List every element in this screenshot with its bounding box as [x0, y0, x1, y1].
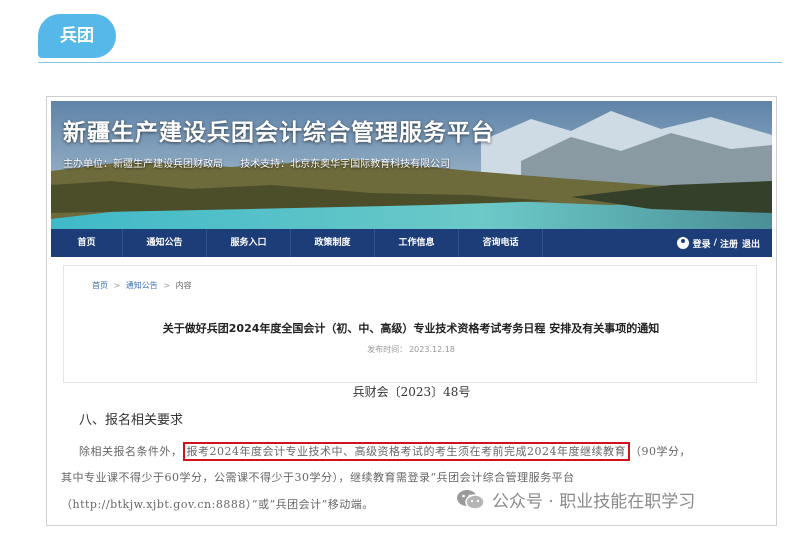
register-link[interactable]: 注册	[720, 237, 738, 250]
body-line-3: （http://btkjw.xjbt.gov.cn:8888）”或“兵团会计”移…	[61, 498, 374, 511]
nav-item-policy[interactable]: 政策制度	[291, 229, 375, 257]
watermark: 公众号 · 职业技能在职学习	[456, 487, 695, 512]
publish-date-value: 2023.12.18	[409, 345, 455, 354]
nav-item-service[interactable]: 服务入口	[207, 229, 291, 257]
breadcrumb-arrow: >	[163, 281, 171, 290]
login-separator: /	[713, 238, 717, 248]
nav-item-hotline[interactable]: 咨询电话	[459, 229, 543, 257]
user-icon	[676, 237, 689, 249]
site-subtitle: 主办单位：新疆生产建设兵团财政局 技术支持：北京东奥华宇国际教育科技有限公司	[63, 155, 450, 170]
site-banner: 新疆生产建设兵团会计综合管理服务平台 主办单位：新疆生产建设兵团财政局 技术支持…	[51, 101, 772, 229]
highlighted-requirement: 报考2024年度会计专业技术中、高级资格考试的考生须在考前完成2024年度继续教…	[182, 442, 630, 461]
section-divider	[38, 62, 782, 63]
nav-item-home[interactable]: 首页	[51, 229, 123, 257]
article-title: 关于做好兵团2024年度全国会计（初、中、高级）专业技术资格考试考务日程 安排及…	[162, 322, 660, 335]
body-line-1-pre: 除相关报名条件外，	[79, 445, 183, 458]
section-heading: 八、报名相关要求	[79, 413, 184, 428]
document-number: 兵财会〔2023〕48号	[352, 385, 471, 399]
support-text: 技术支持：北京东奥华宇国际教育科技有限公司	[240, 159, 451, 170]
breadcrumb-current: 内容	[175, 281, 192, 290]
organizer-text: 主办单位：新疆生产建设兵团财政局	[63, 159, 223, 170]
login-link[interactable]: 登录	[693, 237, 711, 250]
account-links: 登录 / 注册 退出	[676, 229, 760, 257]
wechat-icon	[457, 489, 485, 510]
body-line-1: 除相关报名条件外， 报考2024年度会计专业技术中、高级资格考试的考生须在考前完成…	[79, 442, 691, 461]
breadcrumb-home[interactable]: 首页	[92, 281, 108, 290]
site-title: 新疆生产建设兵团会计综合管理服务平台	[63, 120, 495, 146]
logout-link[interactable]: 退出	[742, 237, 760, 250]
article-header-card: 首页 > 通知公告 > 内容 关于做好兵团2024年度全国会计（初、中、高级）专…	[63, 265, 757, 383]
nav-item-notices[interactable]: 通知公告	[123, 229, 207, 257]
main-nav: 首页 通知公告 服务入口 政策制度 工作信息 咨询电话 登录 / 注册 退出	[51, 229, 772, 257]
screenshot-frame: 新疆生产建设兵团会计综合管理服务平台 主办单位：新疆生产建设兵团财政局 技术支持…	[46, 96, 777, 526]
body-line-2: 其中专业课不得少于60学分，公需课不得少于30学分），继续教育需登录“兵团会计综…	[61, 471, 575, 484]
breadcrumb-arrow: >	[113, 281, 121, 290]
watermark-text: 公众号 · 职业技能在职学习	[492, 492, 696, 512]
body-line-1-post: （90学分，	[630, 445, 691, 458]
nav-item-work-info[interactable]: 工作信息	[375, 229, 459, 257]
breadcrumb: 首页 > 通知公告 > 内容	[92, 280, 192, 291]
section-tag: 兵团	[38, 14, 116, 58]
publish-date-label: 发布时间：	[367, 345, 408, 354]
publish-date: 发布时间： 2023.12.18	[64, 344, 758, 355]
breadcrumb-notices[interactable]: 通知公告	[126, 281, 158, 290]
